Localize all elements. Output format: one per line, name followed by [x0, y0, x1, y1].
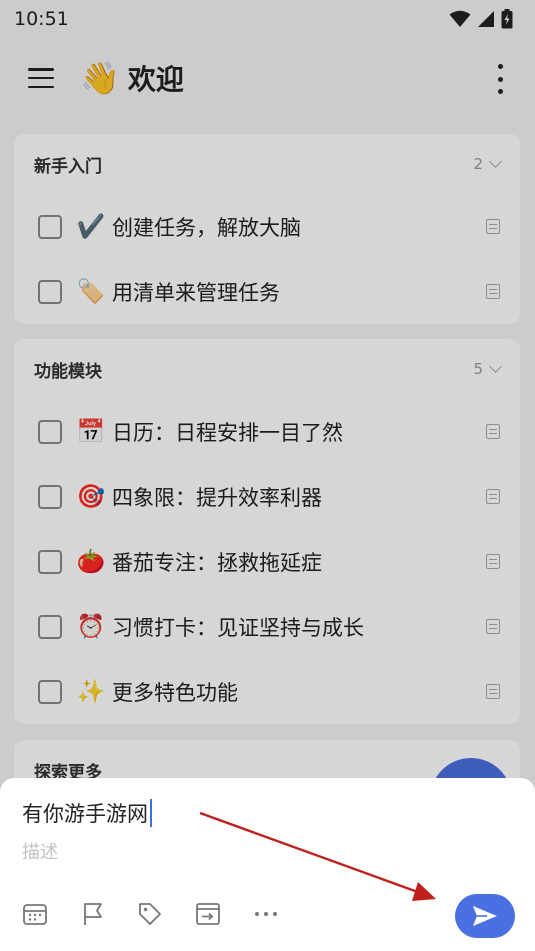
- tag-icon[interactable]: [135, 898, 165, 930]
- task-title-input[interactable]: 有你游手游网: [22, 798, 152, 828]
- move-to-list-icon[interactable]: [193, 898, 223, 930]
- quick-add-toolbar: [0, 898, 300, 930]
- calendar-icon[interactable]: [20, 898, 50, 930]
- flag-icon[interactable]: [78, 898, 108, 930]
- more-horizontal-icon[interactable]: [251, 898, 281, 930]
- send-icon: [473, 906, 497, 926]
- description-input[interactable]: 描述: [22, 838, 58, 864]
- quick-add-sheet: 有你游手游网 描述: [0, 778, 535, 951]
- text-caret: [150, 799, 152, 827]
- send-button[interactable]: [455, 894, 515, 938]
